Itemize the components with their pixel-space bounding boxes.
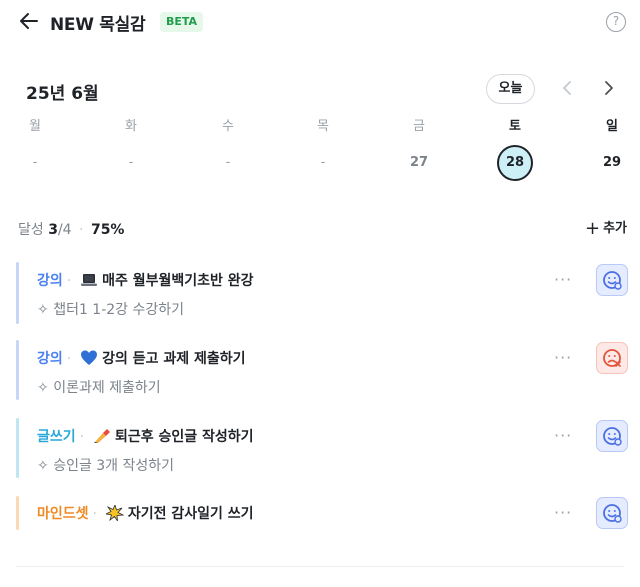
mood-happy-icon[interactable] — [596, 264, 628, 296]
task-category: 마인드셋 — [37, 506, 89, 522]
beta-badge: BETA — [160, 12, 204, 32]
weekday-wed: 수 — [222, 119, 234, 134]
task-subtask-text: 승인글 3개 작성하기 — [53, 458, 175, 474]
weekday-thu: 목 — [317, 119, 329, 134]
day-cell[interactable]: 27 — [399, 155, 439, 170]
month-label: 25년 6월 — [26, 84, 99, 104]
task-subtask-text: 이론과제 제출하기 — [53, 380, 161, 396]
task-subtask: ✧ 이론과제 제출하기 — [37, 377, 161, 397]
subtask-diamond-icon: ✧ — [37, 302, 49, 318]
sparkle-burst-icon — [105, 505, 124, 521]
page-title: NEW 목실감 — [50, 15, 146, 35]
achievement-label: 달성 — [18, 222, 44, 238]
task-title: 매주 월부월백기초반 완강 — [102, 273, 254, 289]
more-options-icon[interactable]: ··· — [554, 426, 572, 445]
chevron-right-icon[interactable] — [598, 76, 620, 100]
today-button[interactable]: 오늘 — [486, 74, 535, 104]
task-item[interactable]: 글쓰기 · 퇴근후 승인글 작성하기 ✧ 승인글 3개 작성하기 ··· — [16, 418, 636, 478]
weekday-tue: 화 — [125, 119, 137, 134]
add-label: 추가 — [603, 221, 628, 236]
blue-heart-icon — [81, 350, 98, 365]
task-subtask: ✧ 승인글 3개 작성하기 — [37, 455, 174, 475]
task-title: 퇴근후 승인글 작성하기 — [114, 429, 254, 445]
achievement-percent: 75% — [90, 222, 125, 238]
task-category: 강의 — [37, 351, 63, 367]
task-subtask: ✧ 챕터1 1-2강 수강하기 — [37, 299, 184, 319]
subtask-diamond-icon: ✧ — [37, 380, 49, 396]
laptop-icon — [81, 274, 98, 286]
chevron-left-icon[interactable] — [556, 76, 578, 100]
task-subtask-text: 챕터1 1-2강 수강하기 — [53, 302, 185, 318]
day-cell: - — [32, 155, 38, 170]
subtask-diamond-icon: ✧ — [37, 458, 49, 474]
task-color-bar — [16, 340, 19, 400]
weekday-fri: 금 — [413, 119, 425, 134]
mood-sad-icon[interactable] — [596, 342, 628, 374]
task-color-bar — [16, 262, 19, 324]
task-item[interactable]: 강의 · 강의 듣고 과제 제출하기 ✧ 이론과제 제출하기 ··· — [16, 340, 636, 400]
task-item[interactable]: 강의 · 매주 월부월백기초반 완강 ✧ 챕터1 1-2강 수강하기 ··· — [16, 262, 636, 324]
weekday-sun: 일 — [606, 119, 618, 134]
task-category: 강의 — [37, 273, 63, 289]
achievement-summary: 달성 3/4 · 75% — [18, 219, 124, 239]
weekday-mon: 월 — [29, 119, 41, 134]
more-options-icon[interactable]: ··· — [554, 270, 572, 289]
task-color-bar — [16, 418, 19, 478]
task-item[interactable]: 마인드셋 · 자기전 감사일기 쓰기 ··· — [16, 496, 636, 530]
day-cell[interactable]: 29 — [592, 155, 632, 170]
task-color-bar — [16, 496, 19, 530]
more-options-icon[interactable]: ··· — [554, 503, 572, 522]
add-button[interactable]: + 추가 — [585, 217, 627, 239]
task-title: 자기전 감사일기 쓰기 — [127, 506, 254, 522]
more-options-icon[interactable]: ··· — [554, 348, 572, 367]
task-category: 글쓰기 — [37, 429, 76, 445]
mood-happy-icon[interactable] — [596, 497, 628, 529]
divider — [16, 566, 624, 567]
back-arrow-icon[interactable] — [18, 10, 40, 32]
selected-day[interactable]: 28 — [497, 145, 533, 181]
day-cell: - — [128, 155, 134, 170]
top-bar: NEW 목실감 BETA ? — [0, 0, 640, 48]
writing-hand-icon — [93, 429, 110, 443]
help-icon[interactable]: ? — [606, 12, 626, 32]
day-cell: - — [320, 155, 326, 170]
weekday-sat: 토 — [509, 119, 521, 134]
achievement-done: 3 — [48, 222, 58, 238]
mood-happy-icon[interactable] — [596, 420, 628, 452]
day-cell: - — [225, 155, 231, 170]
summary-separator: · — [79, 222, 84, 238]
task-title: 강의 듣고 과제 제출하기 — [102, 351, 246, 367]
achievement-total: /4 — [57, 222, 72, 238]
plus-icon: + — [585, 218, 601, 239]
